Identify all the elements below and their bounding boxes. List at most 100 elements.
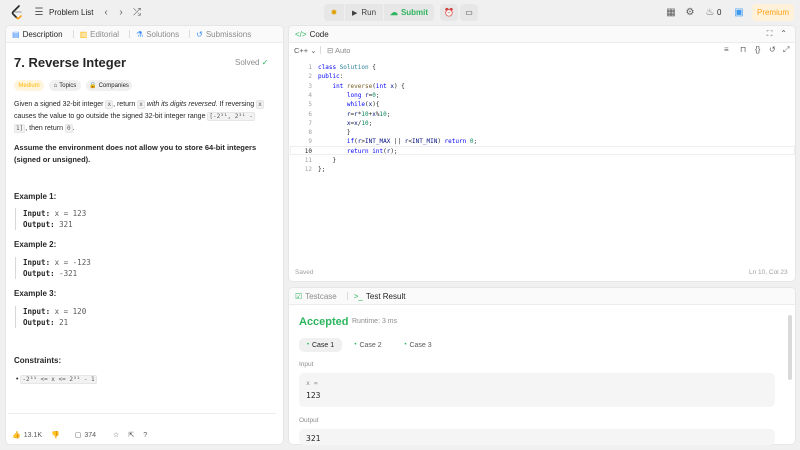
inline-code: x — [105, 100, 114, 109]
line-number: 9 — [308, 138, 312, 146]
comment-icon: ▢ — [74, 432, 82, 439]
divider — [189, 30, 191, 38]
code-line: return int(r); — [346, 147, 398, 155]
assumption-note: Assume the environment does not allow yo… — [14, 143, 257, 164]
problem-statement: Given a signed 32-bit integer x, return … — [14, 100, 264, 133]
streak-fire-icon[interactable]: ♨ — [704, 6, 716, 18]
scrollbar[interactable] — [788, 315, 792, 380]
share-icon[interactable]: ⇱ — [128, 431, 134, 439]
avatar[interactable]: ▣ — [733, 6, 745, 18]
code-brackets-icon: </> — [295, 29, 307, 39]
auto-mode[interactable]: ⊟ Auto — [327, 46, 350, 55]
code-line: } — [318, 129, 351, 137]
tab-solutions[interactable]: ⚗ Solutions — [136, 30, 179, 39]
case-tab-1[interactable]: • Case 1 — [299, 338, 342, 352]
thumbs-down-icon: 👎 — [51, 432, 60, 439]
run-submit-bar: ✹ ▶ Run ☁ Submit ⏰ ▭ — [324, 4, 478, 21]
input-variable: x = — [306, 379, 318, 387]
braces-icon[interactable]: {} — [755, 45, 760, 54]
result-panel: ☑ Testcase >_ Test Result — [288, 287, 796, 445]
line-number: 11 — [304, 157, 312, 164]
output-label: Output — [299, 417, 319, 424]
next-problem-icon[interactable]: › — [115, 6, 127, 18]
comments-button[interactable]: ▢ 374 — [74, 431, 96, 440]
example-title: Example 3: — [14, 289, 57, 298]
favorite-star-icon[interactable]: ☆ — [113, 431, 119, 439]
thumbs-up-icon: 👍 — [12, 432, 21, 439]
submit-button[interactable]: ☁ Submit — [384, 4, 434, 21]
book-icon: ▥ — [79, 29, 88, 39]
input-label: Input — [299, 361, 314, 368]
description-tabs: ▤ Description ▥ Editorial ⚗ Solutions ↺ … — [6, 26, 283, 43]
shuffle-icon[interactable]: ⤮ — [131, 6, 143, 18]
tab-description[interactable]: ▤ Description — [12, 30, 63, 39]
lock-icon: ⊟ — [327, 46, 334, 55]
bookmark-icon[interactable]: ⊓ — [740, 45, 746, 54]
fullscreen-icon[interactable]: ⛶ — [767, 29, 773, 39]
streak-count: 0 — [717, 8, 722, 17]
leetcode-logo[interactable] — [10, 5, 24, 20]
runtime: Runtime: 3 ms — [352, 318, 398, 325]
inline-code: -2³¹ <= x <= 2³¹ - 1 — [20, 375, 97, 384]
premium-button[interactable]: Premium — [752, 4, 794, 21]
line-number: 8 — [308, 129, 312, 137]
constraints-title: Constraints: — [14, 356, 62, 365]
checkbox-icon: ☑ — [295, 291, 303, 301]
settings-gear-icon[interactable]: ⚙ — [684, 6, 696, 18]
line-number: 5 — [308, 101, 312, 109]
example-block: Input: x = -123 Output: -321 — [15, 257, 215, 279]
divider — [129, 30, 131, 38]
output-value: 321 — [306, 434, 321, 443]
divider — [346, 292, 348, 300]
help-icon[interactable]: ? — [143, 432, 147, 439]
run-button[interactable]: ▶ Run — [345, 4, 383, 21]
history-icon: ↺ — [196, 29, 203, 39]
code-line: while(x){ — [346, 101, 380, 109]
code-line: } — [318, 157, 337, 164]
like-button[interactable]: 👍 13.1K — [12, 431, 42, 440]
layout-grid-icon[interactable]: ▦ — [665, 6, 677, 18]
inline-code: 0 — [64, 124, 73, 133]
saved-status: Saved — [295, 269, 314, 276]
document-icon: ▤ — [12, 29, 20, 39]
tab-editorial[interactable]: ▥ Editorial — [80, 30, 119, 39]
code-line: }; — [318, 166, 326, 174]
reset-icon[interactable]: ↺ — [769, 45, 776, 54]
code-line: long r=0; — [346, 91, 380, 99]
problem-list-icon[interactable]: ☰ — [33, 6, 45, 18]
solved-status: Solved ✓ — [235, 58, 269, 67]
collapse-chevron-icon[interactable]: ⌃ — [780, 29, 787, 39]
debug-button[interactable]: ✹ — [324, 4, 344, 21]
cursor-position: Ln 10, Col 23 — [749, 269, 788, 276]
note-icon: ▭ — [465, 8, 473, 17]
tab-test-result[interactable]: >_ Test Result — [354, 292, 406, 301]
divider — [72, 30, 74, 38]
case-tab-3[interactable]: • Case 3 — [398, 338, 438, 352]
pass-dot-icon: • — [306, 342, 309, 348]
companies-chip[interactable]: 🔒 Companies — [86, 80, 132, 91]
expand-icon[interactable]: ⤢ — [783, 45, 789, 55]
prev-problem-icon[interactable]: ‹ — [100, 6, 112, 18]
code-header-actions: ⛶ ⌃ — [767, 29, 787, 39]
language-select[interactable]: C++ ⌄ — [294, 46, 317, 55]
input-value: 123 — [306, 391, 321, 400]
problem-title[interactable]: 7. Reverse Integer — [14, 55, 126, 70]
problem-list-link[interactable]: Problem List — [49, 8, 93, 17]
difficulty-badge: Medium — [14, 80, 44, 91]
code-line: x=x/10; — [346, 119, 373, 127]
line-number: 3 — [308, 82, 312, 90]
tab-code[interactable]: </> Code — [295, 30, 329, 39]
notes-button[interactable]: ▭ — [460, 4, 478, 21]
dislike-button[interactable]: 👎 — [51, 431, 60, 439]
tab-submissions[interactable]: ↺ Submissions — [196, 30, 251, 39]
example-title: Example 2: — [14, 240, 57, 249]
timer-button[interactable]: ⏰ — [440, 4, 458, 21]
check-circle-icon: ✓ — [261, 58, 269, 67]
format-icon[interactable]: ≡ — [724, 45, 729, 54]
line-number: 1 — [308, 64, 312, 71]
case-tab-2[interactable]: • Case 2 — [348, 338, 388, 352]
tab-testcase[interactable]: ☑ Testcase — [295, 292, 337, 301]
code-line: class Solution { — [318, 64, 376, 71]
line-number: 6 — [308, 110, 312, 118]
topics-chip[interactable]: ⌂ Topics — [49, 80, 81, 91]
